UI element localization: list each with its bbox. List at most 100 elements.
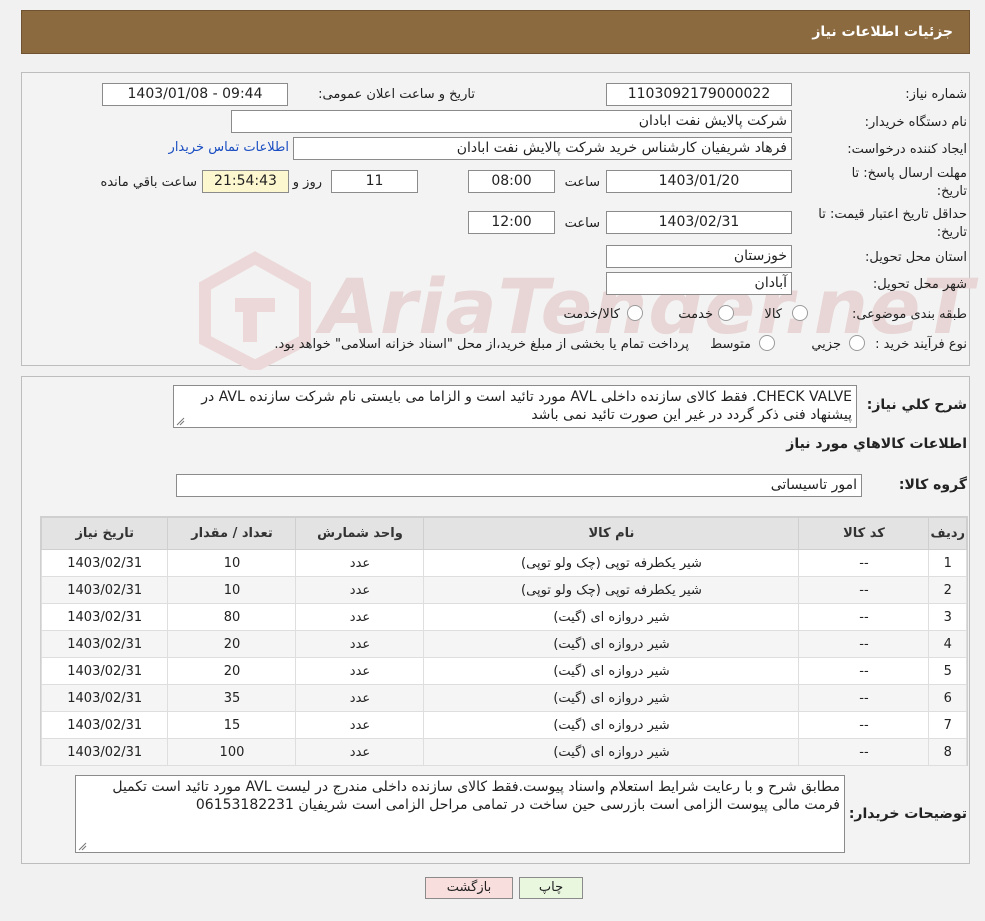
announce-label: تاریخ و ساعت اعلان عمومی:: [318, 87, 475, 102]
page-header: جزئیات اطلاعات نیاز: [21, 10, 970, 54]
category-radio-goods-service[interactable]: [627, 305, 643, 321]
table-row: 3 -- شیر دروازه ای (گیت) عدد 80 1403/02/31: [40, 603, 967, 631]
col-qty: تعداد / مقدار: [167, 517, 297, 550]
cell-unit: عدد: [295, 738, 425, 766]
table-row: 2 -- شیر یکطرفه توپی (چک ولو توپی) عدد 10 140…: [40, 576, 967, 604]
cell-unit: عدد: [295, 576, 425, 604]
cell-date: 1403/02/31: [40, 711, 169, 739]
purchase-note: پرداخت تمام یا بخشی از مبلغ خرید،از محل …: [274, 337, 689, 352]
goods-section-title: اطلاعات کالاهاي مورد نیاز: [786, 436, 967, 452]
buyer-notes-label: توضیحات خریدار:: [848, 806, 967, 822]
print-button[interactable]: چاپ: [519, 877, 583, 899]
cell-name: شیر دروازه ای (گیت): [423, 738, 800, 766]
cell-qty: 80: [167, 603, 297, 631]
cell-idx: 5: [928, 657, 967, 685]
cell-idx: 3: [928, 603, 967, 631]
cell-qty: 10: [167, 549, 297, 577]
cell-name: شیر یکطرفه توپی (چک ولو توپی): [423, 549, 800, 577]
table-row: 6 -- شیر دروازه ای (گیت) عدد 35 1403/02/31: [40, 684, 967, 712]
cell-idx: 6: [928, 684, 967, 712]
description-textarea[interactable]: CHECK VALVE. فقط کالای سازنده داخلی AVL …: [173, 385, 857, 428]
category-radio-goods[interactable]: [792, 305, 808, 321]
purchase-option-medium: متوسط: [710, 337, 751, 352]
deadline-label: مهلت ارسال پاسخ: تا: [851, 166, 967, 181]
cell-code: --: [798, 576, 930, 604]
purchase-type-label: نوع فرآیند خرید :: [875, 337, 967, 352]
col-code: کد کالا: [798, 517, 930, 550]
purchase-option-minor: جزیي: [811, 337, 841, 352]
cell-qty: 20: [167, 657, 297, 685]
cell-idx: 7: [928, 711, 967, 739]
cell-idx: 4: [928, 630, 967, 658]
col-row: ردیف: [928, 517, 967, 550]
remaining-time-field: 21:54:43: [202, 170, 289, 193]
category-radio-service[interactable]: [718, 305, 734, 321]
col-name: نام کالا: [423, 517, 800, 550]
table-row: 7 -- شیر دروازه ای (گیت) عدد 15 1403/02/31: [40, 711, 967, 739]
price-validity-label: حداقل تاریخ اعتبار قیمت: تا: [818, 207, 967, 222]
buyer-notes-textarea[interactable]: مطابق شرح و با رعایت شرایط استعلام واسنا…: [75, 775, 845, 853]
purchase-radio-minor[interactable]: [849, 335, 865, 351]
page-title: جزئیات اطلاعات نیاز: [812, 24, 953, 40]
category-label: طبقه بندی موضوعی:: [851, 307, 967, 322]
buyer-notes-text: مطابق شرح و با رعایت شرایط استعلام واسنا…: [112, 779, 840, 813]
goods-table: ردیف کد کالا نام کالا واحد شمارش تعداد /…: [40, 517, 967, 766]
cell-date: 1403/02/31: [40, 576, 169, 604]
cell-code: --: [798, 738, 930, 766]
resize-grip-icon[interactable]: [78, 842, 87, 851]
cell-idx: 1: [928, 549, 967, 577]
cell-unit: عدد: [295, 630, 425, 658]
deadline-label-date: تاریخ:: [936, 184, 967, 199]
cell-name: شیر دروازه ای (گیت): [423, 630, 800, 658]
description-text: CHECK VALVE. فقط کالای سازنده داخلی AVL …: [201, 389, 852, 423]
cell-unit: عدد: [295, 549, 425, 577]
province-field: خوزستان: [606, 245, 792, 268]
cell-name: شیر دروازه ای (گیت): [423, 684, 800, 712]
cell-code: --: [798, 711, 930, 739]
creator-label: ایجاد کننده درخواست:: [847, 142, 967, 157]
deadline-time-label: ساعت: [564, 175, 600, 190]
remaining-label: ساعت باقي مانده: [100, 175, 197, 190]
cell-date: 1403/02/31: [40, 549, 169, 577]
cell-qty: 10: [167, 576, 297, 604]
back-button[interactable]: بازگشت: [425, 877, 513, 899]
province-label: استان محل تحویل:: [865, 250, 967, 265]
buyer-contact-link[interactable]: اطلاعات تماس خریدار: [169, 140, 289, 155]
days-field: 11: [331, 170, 418, 193]
cell-name: شیر دروازه ای (گیت): [423, 657, 800, 685]
cell-qty: 100: [167, 738, 297, 766]
cell-date: 1403/02/31: [40, 630, 169, 658]
cell-name: شیر یکطرفه توپی (چک ولو توپی): [423, 576, 800, 604]
deadline-time-field: 08:00: [468, 170, 555, 193]
creator-field: فرهاد شریفیان کارشناس خرید شرکت پالایش ن…: [293, 137, 792, 160]
resize-grip-icon[interactable]: [176, 417, 185, 426]
announce-field: 1403/01/08 - 09:44: [102, 83, 288, 106]
need-number-field: 1103092179000022: [606, 83, 792, 106]
cell-code: --: [798, 630, 930, 658]
table-row: 8 -- شیر دروازه ای (گیت) عدد 100 1403/02/31: [40, 738, 967, 766]
cell-code: --: [798, 657, 930, 685]
price-validity-date-field: 1403/02/31: [606, 211, 792, 234]
days-label: روز و: [292, 175, 322, 190]
goods-group-label: گروه کالا:: [898, 477, 967, 493]
need-number-label: شماره نیاز:: [905, 87, 967, 102]
cell-date: 1403/02/31: [40, 603, 169, 631]
buyer-org-field: شرکت پالایش نفت ابادان: [231, 110, 792, 133]
price-validity-label-date: تاریخ:: [936, 225, 967, 240]
cell-qty: 35: [167, 684, 297, 712]
cell-idx: 8: [928, 738, 967, 766]
purchase-radio-medium[interactable]: [759, 335, 775, 351]
cell-code: --: [798, 603, 930, 631]
category-option-goods: کالا: [764, 307, 782, 322]
cell-date: 1403/02/31: [40, 738, 169, 766]
category-option-service: خدمت: [678, 307, 713, 322]
goods-table-wrapper: ردیف کد کالا نام کالا واحد شمارش تعداد /…: [40, 516, 968, 766]
goods-table-header: ردیف کد کالا نام کالا واحد شمارش تعداد /…: [40, 517, 967, 550]
cell-unit: عدد: [295, 603, 425, 631]
cell-date: 1403/02/31: [40, 657, 169, 685]
price-validity-time-label: ساعت: [564, 216, 600, 231]
city-field: آبادان: [606, 272, 792, 295]
cell-qty: 15: [167, 711, 297, 739]
cell-qty: 20: [167, 630, 297, 658]
goods-group-field: امور تاسیساتی: [176, 474, 862, 497]
